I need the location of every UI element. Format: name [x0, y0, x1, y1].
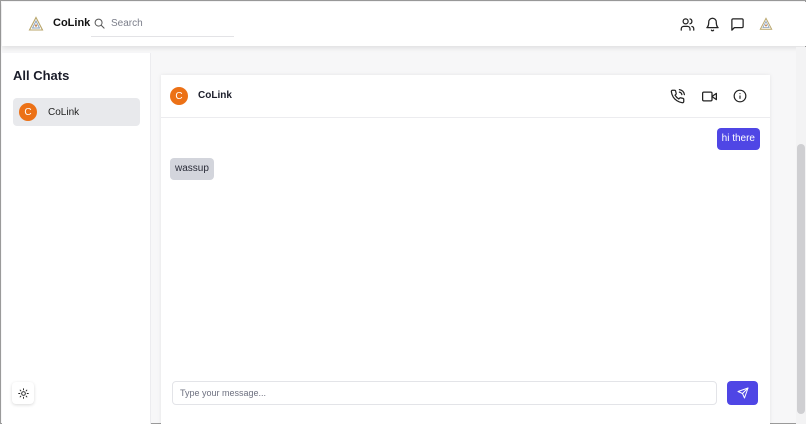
chat-header: C CoLink [161, 75, 770, 118]
search-input[interactable] [111, 18, 221, 29]
top-header: CoLink [2, 2, 806, 46]
page-scrollbar[interactable] [796, 47, 806, 424]
sidebar-title: All Chats [13, 68, 70, 83]
chat-name: CoLink [198, 90, 232, 101]
logo-icon[interactable] [28, 16, 44, 32]
phone-call-icon[interactable] [669, 88, 685, 104]
bell-icon[interactable] [704, 16, 720, 32]
sun-icon [17, 387, 29, 399]
chat-list-item[interactable]: C CoLink [13, 98, 140, 126]
chat-panel: C CoLink hi there wassup Type your messa… [161, 75, 770, 424]
avatar: C [19, 103, 37, 121]
message-composer [172, 381, 717, 405]
theme-toggle-button[interactable] [12, 382, 34, 404]
message-square-icon[interactable] [729, 16, 745, 32]
chat-avatar: C [170, 87, 188, 105]
users-icon[interactable] [679, 16, 695, 32]
search-bar [91, 11, 234, 37]
incoming-message: wassup [170, 158, 214, 180]
send-button[interactable] [727, 381, 758, 405]
scrollbar-thumb[interactable] [797, 144, 805, 414]
brand-name[interactable]: CoLink [53, 17, 90, 29]
video-icon[interactable] [701, 88, 717, 104]
profile-logo-icon[interactable] [758, 16, 774, 32]
message-input[interactable] [173, 388, 716, 398]
chat-list-item-label: CoLink [48, 106, 80, 118]
app-window: CoLink Search All Chats C CoLink C CoLin… [0, 0, 806, 424]
chat-sidebar: All Chats C CoLink [2, 53, 151, 424]
outgoing-message: hi there [716, 128, 760, 150]
info-icon[interactable] [732, 88, 748, 104]
send-icon [737, 387, 748, 399]
search-icon [94, 18, 105, 29]
